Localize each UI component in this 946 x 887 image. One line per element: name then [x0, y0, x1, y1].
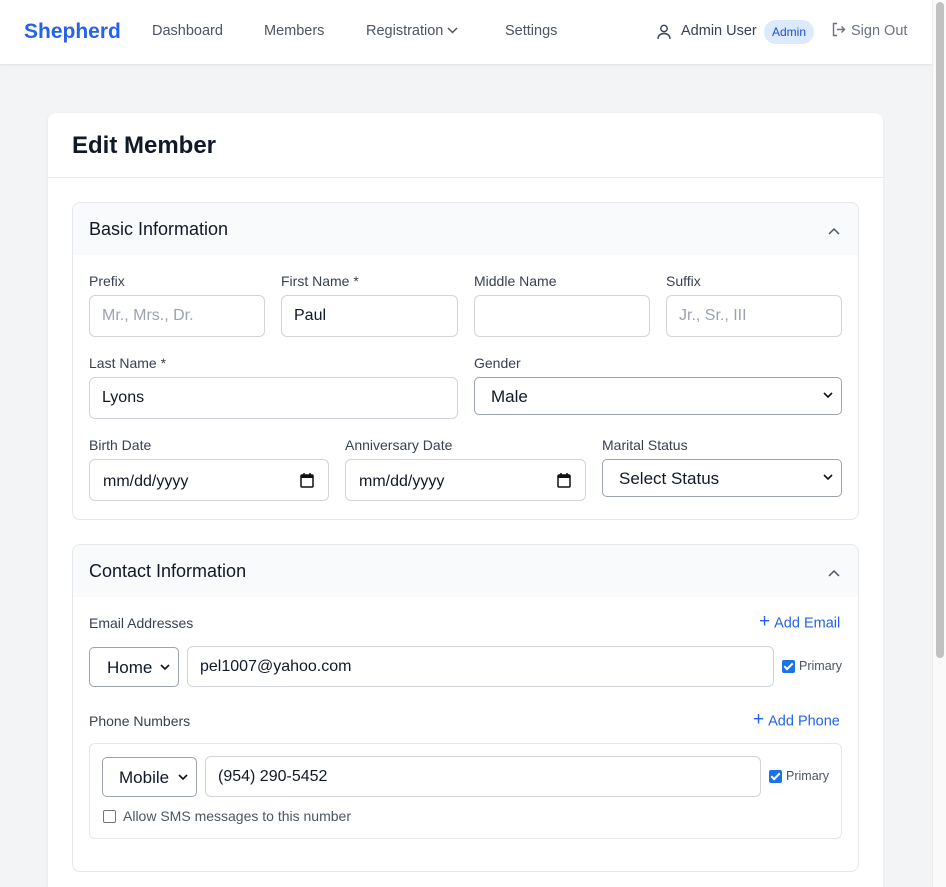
middle-name-label: Middle Name — [474, 273, 557, 289]
last-name-label: Last Name * — [89, 355, 167, 371]
marital-status-select[interactable]: Select Status — [602, 459, 842, 497]
contact-information-section: Contact Information Email Addresses + Add… — [72, 544, 859, 872]
chevron-up-icon[interactable] — [828, 564, 840, 582]
add-email-button[interactable]: + Add Email — [759, 611, 841, 633]
phone-type-value: Mobile — [119, 768, 170, 787]
add-phone-button[interactable]: + Add Phone — [753, 709, 840, 731]
nav-registration[interactable]: Registration — [366, 23, 458, 39]
user-icon — [657, 24, 671, 45]
scrollbar-thumb[interactable] — [936, 2, 944, 658]
email-type-select[interactable]: Home — [89, 647, 179, 687]
plus-icon: + — [759, 611, 771, 632]
phone-entry: Mobile Primary Allow SMS messages to thi… — [89, 743, 842, 839]
phone-type-select[interactable]: Mobile — [102, 757, 197, 797]
birth-date-input[interactable]: mm/dd/yyyy — [89, 459, 329, 501]
section-title: Contact Information — [89, 561, 247, 581]
prefix-input[interactable] — [89, 295, 265, 337]
contact-information-header[interactable]: Contact Information — [73, 545, 858, 597]
add-email-label: Add Email — [774, 615, 841, 632]
page-title: Edit Member — [72, 132, 217, 159]
phone-numbers-label: Phone Numbers — [89, 713, 191, 729]
suffix-input[interactable] — [666, 295, 842, 337]
add-phone-label: Add Phone — [768, 713, 840, 730]
sms-label: Allow SMS messages to this number — [123, 808, 351, 824]
nav-members[interactable]: Members — [264, 23, 324, 39]
plus-icon: + — [753, 709, 765, 730]
phone-primary-checkbox[interactable] — [769, 770, 782, 783]
email-input[interactable] — [187, 646, 774, 687]
top-navbar: Shepherd Dashboard Members Registration … — [0, 0, 932, 65]
section-title: Basic Information — [89, 219, 229, 239]
basic-information-section: Basic Information Prefix First Name * Mi… — [72, 202, 859, 520]
sms-checkbox[interactable] — [103, 810, 116, 823]
gender-value: Male — [491, 387, 528, 406]
chevron-up-icon[interactable] — [828, 222, 840, 240]
marital-status-value: Select Status — [619, 469, 720, 488]
card-header: Edit Member — [48, 113, 883, 178]
chevron-down-icon — [823, 392, 833, 399]
user-name: Admin User — [681, 23, 757, 39]
sign-out-icon — [832, 22, 846, 37]
nav-registration-label: Registration — [366, 23, 444, 39]
prefix-label: Prefix — [89, 273, 125, 289]
email-addresses-label: Email Addresses — [89, 615, 194, 631]
email-type-value: Home — [107, 658, 153, 677]
first-name-label: First Name * — [281, 273, 359, 289]
first-name-input[interactable] — [281, 295, 458, 337]
sign-out-button[interactable]: Sign Out — [831, 22, 908, 39]
gender-label: Gender — [474, 355, 521, 371]
chevron-down-icon — [178, 774, 188, 781]
phone-primary-label: Primary — [786, 769, 830, 783]
last-name-input[interactable] — [89, 377, 458, 419]
suffix-label: Suffix — [666, 273, 701, 289]
basic-information-header[interactable]: Basic Information — [73, 203, 858, 255]
chevron-down-icon — [160, 664, 170, 671]
nav-dashboard[interactable]: Dashboard — [152, 23, 223, 39]
chevron-down-icon — [447, 22, 458, 38]
anniversary-date-label: Anniversary Date — [345, 437, 453, 453]
calendar-icon[interactable] — [300, 472, 314, 488]
gender-select[interactable]: Male — [474, 377, 842, 415]
marital-status-label: Marital Status — [602, 437, 688, 453]
brand-logo[interactable]: Shepherd — [24, 20, 121, 44]
phone-input[interactable] — [205, 756, 761, 797]
anniversary-date-input[interactable]: mm/dd/yyyy — [345, 459, 586, 501]
email-primary-label: Primary — [799, 659, 843, 673]
nav-settings[interactable]: Settings — [505, 23, 557, 39]
page-scrollbar[interactable] — [932, 0, 946, 887]
birth-date-label: Birth Date — [89, 437, 152, 453]
sign-out-label: Sign Out — [851, 23, 908, 39]
birth-date-value: mm/dd/yyyy — [103, 473, 189, 490]
edit-member-card: Edit Member Basic Information Prefix Fir… — [48, 113, 883, 887]
middle-name-input[interactable] — [474, 295, 650, 337]
anniversary-date-value: mm/dd/yyyy — [359, 473, 445, 490]
role-badge: Admin — [764, 20, 815, 44]
email-primary-checkbox[interactable] — [782, 660, 795, 673]
chevron-down-icon — [823, 474, 833, 481]
calendar-icon[interactable] — [557, 472, 571, 488]
